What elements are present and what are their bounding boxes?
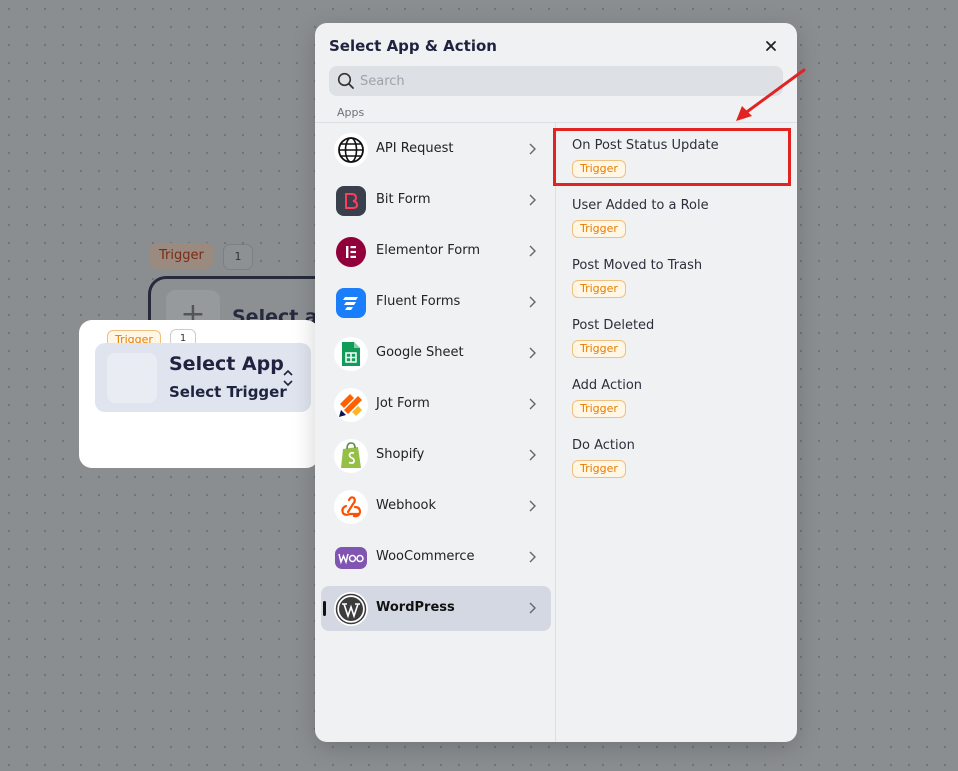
trigger-name: Post Deleted [572, 318, 655, 333]
trigger-item[interactable]: User Added to a Role Trigger [556, 187, 797, 247]
trigger-badge: Trigger [572, 340, 626, 358]
google-sheet-icon [334, 337, 368, 371]
chevron-right-icon [529, 449, 536, 461]
canvas-trigger-badge: Trigger [150, 243, 213, 269]
trigger-name: Post Moved to Trash [572, 258, 703, 273]
app-item-bit-form[interactable]: Bit Form [321, 178, 551, 223]
divider [315, 122, 797, 123]
chevron-right-icon [529, 500, 536, 512]
app-item-jot-form[interactable]: Jot Form [321, 382, 551, 427]
trigger-badge: Trigger [572, 400, 626, 418]
jotform-icon [334, 388, 368, 422]
canvas-node-count: 1 [223, 244, 253, 270]
app-item-shopify[interactable]: Shopify [321, 433, 551, 478]
app-placeholder-icon [107, 353, 157, 403]
app-label: Jot Form [376, 396, 430, 411]
search-box[interactable] [329, 66, 783, 96]
woocommerce-icon [335, 547, 367, 569]
trigger-badge: Trigger [572, 280, 626, 298]
chevron-right-icon [529, 194, 536, 206]
app-label: API Request [376, 141, 454, 156]
trigger-item[interactable]: Do Action Trigger [556, 427, 797, 487]
chevron-right-icon [529, 296, 536, 308]
trigger-name: Add Action [572, 378, 643, 393]
chevron-right-icon [529, 602, 536, 614]
trigger-card[interactable]: Trigger 1 Select App Select Trigger [79, 320, 319, 468]
close-icon[interactable] [760, 35, 782, 57]
apps-section-label: Apps [337, 106, 365, 119]
app-label: Elementor Form [376, 243, 480, 258]
globe-icon [334, 133, 368, 167]
select-app-dropdown[interactable]: Select App Select Trigger [95, 343, 311, 412]
trigger-item[interactable]: Post Deleted Trigger [556, 307, 797, 367]
app-item-webhook[interactable]: Webhook [321, 484, 551, 529]
select-app-label: Select App [169, 353, 284, 375]
app-item-woocommerce[interactable]: WooCommerce [321, 535, 551, 580]
trigger-item[interactable]: Add Action Trigger [556, 367, 797, 427]
trigger-item[interactable]: Post Moved to Trash Trigger [556, 247, 797, 307]
webhook-icon [334, 490, 368, 524]
app-label: Fluent Forms [376, 294, 461, 309]
app-item-api-request[interactable]: API Request [321, 127, 551, 172]
app-label: Shopify [376, 447, 425, 462]
trigger-name: User Added to a Role [572, 198, 709, 213]
chevron-up-down-icon[interactable] [281, 368, 295, 388]
app-label: Bit Form [376, 192, 431, 207]
search-input[interactable] [360, 66, 770, 96]
app-label: WooCommerce [376, 549, 475, 564]
app-label: Webhook [376, 498, 437, 513]
app-list: API Request Bit Form Elementor Form Flue… [321, 127, 551, 637]
chevron-right-icon [529, 398, 536, 410]
app-item-fluent-forms[interactable]: Fluent Forms [321, 280, 551, 325]
chevron-right-icon [529, 245, 536, 257]
annotation-arrow-icon [736, 68, 806, 121]
chevron-right-icon [529, 347, 536, 359]
chevron-right-icon [529, 143, 536, 155]
trigger-badge: Trigger [572, 460, 626, 478]
app-item-elementor-form[interactable]: Elementor Form [321, 229, 551, 274]
fluent-forms-icon [336, 288, 366, 318]
app-item-wordpress[interactable]: WordPress [321, 586, 551, 631]
annotation-highlight-box [553, 128, 791, 186]
app-label: WordPress [376, 600, 455, 615]
active-indicator [323, 601, 326, 616]
search-icon [337, 72, 354, 89]
chevron-right-icon [529, 551, 536, 563]
trigger-badge: Trigger [572, 220, 626, 238]
wordpress-icon [334, 592, 368, 626]
select-trigger-label: Select Trigger [169, 383, 287, 401]
bit-form-icon [336, 186, 366, 216]
trigger-name: Do Action [572, 438, 635, 453]
elementor-icon [336, 237, 366, 267]
app-item-google-sheet[interactable]: Google Sheet [321, 331, 551, 376]
modal-title: Select App & Action [329, 37, 497, 55]
app-label: Google Sheet [376, 345, 464, 360]
shopify-icon [334, 439, 368, 473]
